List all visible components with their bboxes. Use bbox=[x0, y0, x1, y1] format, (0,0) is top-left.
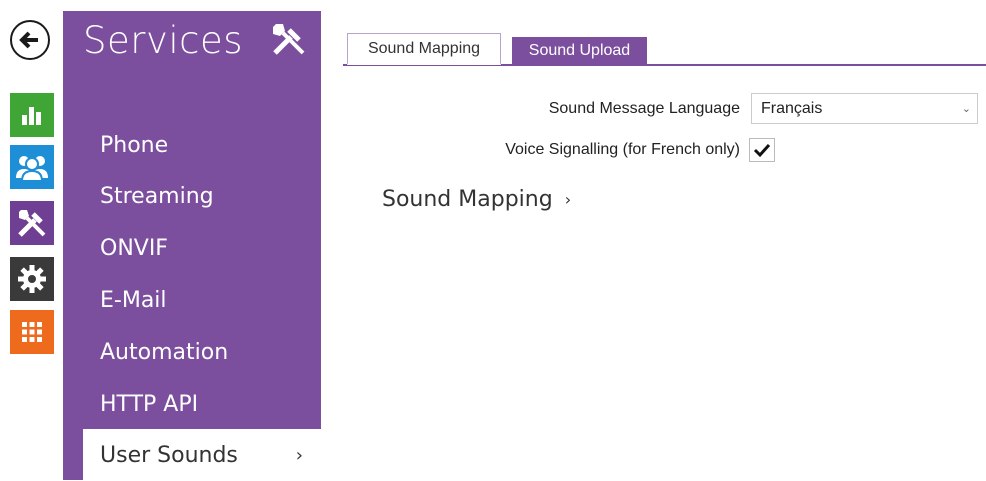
status-nav-button[interactable] bbox=[10, 93, 54, 137]
language-label: Sound Message Language bbox=[548, 100, 740, 117]
tab-sound-mapping[interactable]: Sound Mapping bbox=[347, 33, 501, 65]
apps-nav-button[interactable] bbox=[10, 310, 54, 354]
settings-nav-button[interactable] bbox=[10, 257, 54, 301]
language-value: Français bbox=[761, 99, 823, 117]
chevron-right-icon: › bbox=[564, 190, 572, 209]
chevron-right-icon: › bbox=[295, 444, 303, 466]
grid-icon bbox=[22, 322, 42, 342]
checkmark-icon bbox=[753, 143, 771, 158]
menu-item-label: User Sounds bbox=[100, 442, 238, 468]
back-button[interactable] bbox=[10, 20, 50, 60]
menu-title: Services bbox=[83, 19, 244, 62]
users-nav-button[interactable] bbox=[10, 145, 54, 189]
menu-item-phone[interactable]: Phone bbox=[100, 133, 168, 158]
menu-item-streaming[interactable]: Streaming bbox=[100, 184, 214, 209]
tools-icon bbox=[269, 21, 309, 62]
language-select[interactable]: Français ⌄ bbox=[751, 93, 978, 124]
status-icon bbox=[22, 107, 41, 125]
gear-icon bbox=[18, 265, 46, 293]
section-label: Sound Mapping bbox=[382, 187, 553, 212]
back-arrow-icon bbox=[19, 31, 38, 49]
menu-item-onvif[interactable]: ONVIF bbox=[100, 236, 168, 261]
voice-signalling-checkbox[interactable] bbox=[749, 138, 775, 162]
menu-item-email[interactable]: E-Mail bbox=[100, 288, 167, 313]
voice-signalling-label: Voice Signalling (for French only) bbox=[505, 141, 740, 158]
sound-mapping-section-link[interactable]: Sound Mapping › bbox=[382, 187, 571, 212]
users-icon bbox=[16, 156, 48, 182]
services-nav-button[interactable] bbox=[10, 201, 54, 245]
services-icon bbox=[18, 210, 46, 237]
services-menu: Services Phone Streaming ONVIF E-Mail Au… bbox=[63, 11, 321, 481]
tab-sound-upload[interactable]: Sound Upload bbox=[512, 37, 647, 64]
menu-item-automation[interactable]: Automation bbox=[100, 340, 228, 365]
menu-item-user-sounds[interactable]: User Sounds › bbox=[83, 429, 321, 481]
menu-item-http-api[interactable]: HTTP API bbox=[100, 392, 198, 417]
chevron-down-icon: ⌄ bbox=[961, 103, 971, 115]
